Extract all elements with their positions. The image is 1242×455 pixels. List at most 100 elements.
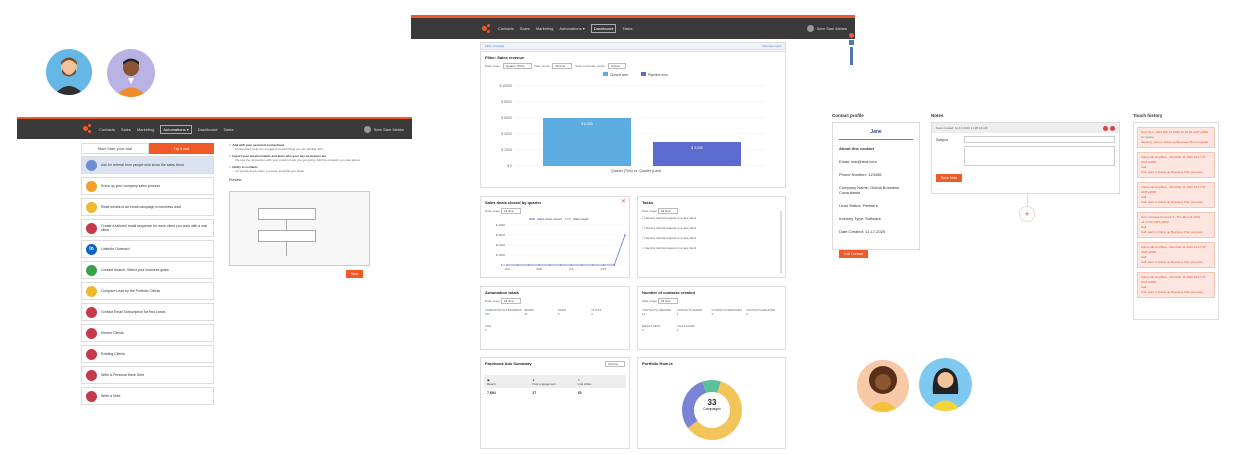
list-item[interactable]: Voicemail dropBlue - Wed Mar 11 2020 14:… [1137,272,1215,298]
share-icon[interactable] [848,40,854,45]
user-menu[interactable]: Sam Sam Melaw [363,125,404,133]
y-tick-label: $ 1000 [496,253,506,257]
tasks-scrollbar[interactable] [780,211,782,273]
remove-card-link[interactable]: Remove Card [762,44,781,48]
y-tick-label: $ 4000 [496,223,506,227]
list-item[interactable]: Ask for referral from people who know th… [81,156,214,174]
list-item[interactable]: Voicemail dropBlue - Wed Mar 11 2020 14:… [1137,242,1215,268]
save-note-button[interactable]: Save Note [936,174,963,182]
list-item[interactable]: Voicemail dropBlue - Wed Mar 11 2020 14:… [1137,152,1215,178]
engagement-label: ◈ Post engagement [532,378,556,386]
stat: CONTACTS CREATED 12 [642,308,672,316]
add-note-button[interactable]: + [1019,206,1035,222]
legend-swatch [603,72,608,76]
automation-card: Automation totals Date range All time CA… [480,286,630,350]
date-range-select-2[interactable]: All time [552,63,573,69]
filter-header: Filter (contact) Remove Card [480,42,786,50]
nav-sales[interactable]: Sales [121,127,131,132]
x-tick-label: JUL [569,267,575,271]
tab-start[interactable]: Start Start your trial [81,143,149,154]
list-item[interactable]: ☐ Send a referral request to a new clien… [642,226,781,230]
date-range-select[interactable]: Quarter (This) [502,63,532,69]
list-item[interactable]: Contact Email Subscription for first Lea… [81,303,214,321]
user-avatar-icon [806,25,814,32]
contact-name: Jane [839,129,913,140]
nav-tasks[interactable]: Tasks [223,127,233,132]
nav-contacts[interactable]: Contacts [498,26,514,31]
note-body-input[interactable] [964,146,1115,166]
y-tick-label: $ 6000 [501,116,512,120]
list-item[interactable]: Create a tailored email sequence for eac… [81,219,214,237]
chat-icon[interactable] [849,47,853,65]
about-label: About this contact [839,146,875,151]
facebook-card: Facebook Ads Summary All time ▣ Reach ◈ Po… [480,357,630,449]
list-item[interactable]: Know up your company sales process [81,177,214,195]
list-item[interactable]: Existing Clients [81,345,214,363]
x-category-label: Quarter (This) vs. Quarter (Last) [611,169,661,173]
list-item[interactable]: Next Text : Wed Mar 15 2020 10:25:23 GMT… [1137,127,1215,148]
user-avatar-icon [363,125,371,133]
nav-contacts[interactable]: Contacts [99,127,115,132]
preview-frame [229,191,370,266]
nav-automations[interactable]: Automations ▾ [559,26,584,31]
nav-marketing[interactable]: Marketing [536,26,554,31]
user-menu[interactable]: Sam Sam Melaw [806,25,847,32]
list-item[interactable]: Compare Lead by the Portfolio Clients [81,282,214,300]
next-button[interactable]: Next [346,270,364,278]
list-item[interactable]: Voicemail dropBlue - Wed Mar 11 2020 14:… [1137,182,1215,208]
help-icon[interactable] [848,33,854,38]
process-icon [86,180,97,192]
delete-note-icon[interactable] [1103,125,1108,131]
subject-input[interactable] [964,136,1115,143]
search-icon [86,264,97,276]
tab-try[interactable]: Try it out [148,143,214,154]
checklist: ✔ Add with your personal connections Conn… [229,143,364,182]
nav-automations[interactable]: Automations ▾ [160,124,192,134]
list-item[interactable]: Write A Personal Have Sent [81,366,214,384]
list-item[interactable]: Contact Search: Select your business goa… [81,261,214,279]
close-icon[interactable]: ✕ [621,198,626,205]
list-item[interactable]: Write a Note [81,387,214,405]
facebook-date-select[interactable]: All time [605,361,625,367]
y-tick-label: $ 2000 [501,148,512,152]
stat: CONTACTS REMOVED 4 [711,308,742,316]
industry-value: Industry Type: Software [839,216,881,221]
contacts-created-title: Number of contacts created [642,290,695,295]
list-item[interactable]: Text message Kenneth T - The Mon 11 2020… [1137,212,1215,238]
note-icon [86,369,97,381]
y-tick-label: $ 2000 [496,243,506,247]
left-nav-bar: Contacts Sales Marketing Automations ▾ D… [17,119,412,139]
nav-tasks[interactable]: Tasks [622,26,632,31]
sales-filters: Date range Quarter (This) Date range All t… [481,63,785,69]
portfolio-title: Portfolio How-Is [642,361,673,366]
nav-marketing[interactable]: Marketing [137,127,155,132]
nav-sales[interactable]: Sales [520,26,530,31]
contacts-date-select[interactable]: All time [657,298,678,304]
automation-date-select[interactable]: All time [500,298,521,304]
app-logo-icon [482,23,492,34]
filter-link[interactable]: Filter (contact) [485,44,504,48]
list-item[interactable]: in LinkedIn Outreach [81,240,214,258]
reach-label: ▣ Reach [487,378,496,386]
deals-date-select[interactable]: All time [500,208,521,214]
tasks-list: ☐ Send a referral request to a new clien… [638,214,785,252]
compare-select[interactable]: Actual [608,63,627,69]
nav-dashboard[interactable]: Dashboard [590,24,617,33]
tasks-date-select[interactable]: All time [657,208,678,214]
portfolio-card: Portfolio How-Is 33 Campaigns [637,357,786,449]
stat: CAMPAIGNS IN PROGRESS 502 [485,308,522,316]
stat: LIKE 0 [485,324,492,332]
sales-deals-line-chart: Sales deals closed Sales deals $ 4000 $ 300… [496,217,626,271]
list-item[interactable]: ☐ Send a referral request to a new clien… [642,246,781,250]
list-item[interactable]: ☐ Send a referral request to a new clien… [642,236,781,240]
nav-dashboard[interactable]: Dashboard [198,127,218,132]
list-item[interactable]: ☐ Send a referral request to a new clien… [642,216,781,220]
list-item[interactable]: Recent Clients [81,324,214,342]
bar-label: $ 3,000 [691,146,703,150]
clients-icon [86,327,97,339]
email-icon [86,201,97,213]
list-item[interactable]: Read emails in an email campaign to busi… [81,198,214,216]
call-contact-button[interactable]: Call Contact [839,250,869,258]
stat: CONTACTS DELETED 0 [746,308,776,316]
edit-note-icon[interactable] [1110,125,1115,131]
